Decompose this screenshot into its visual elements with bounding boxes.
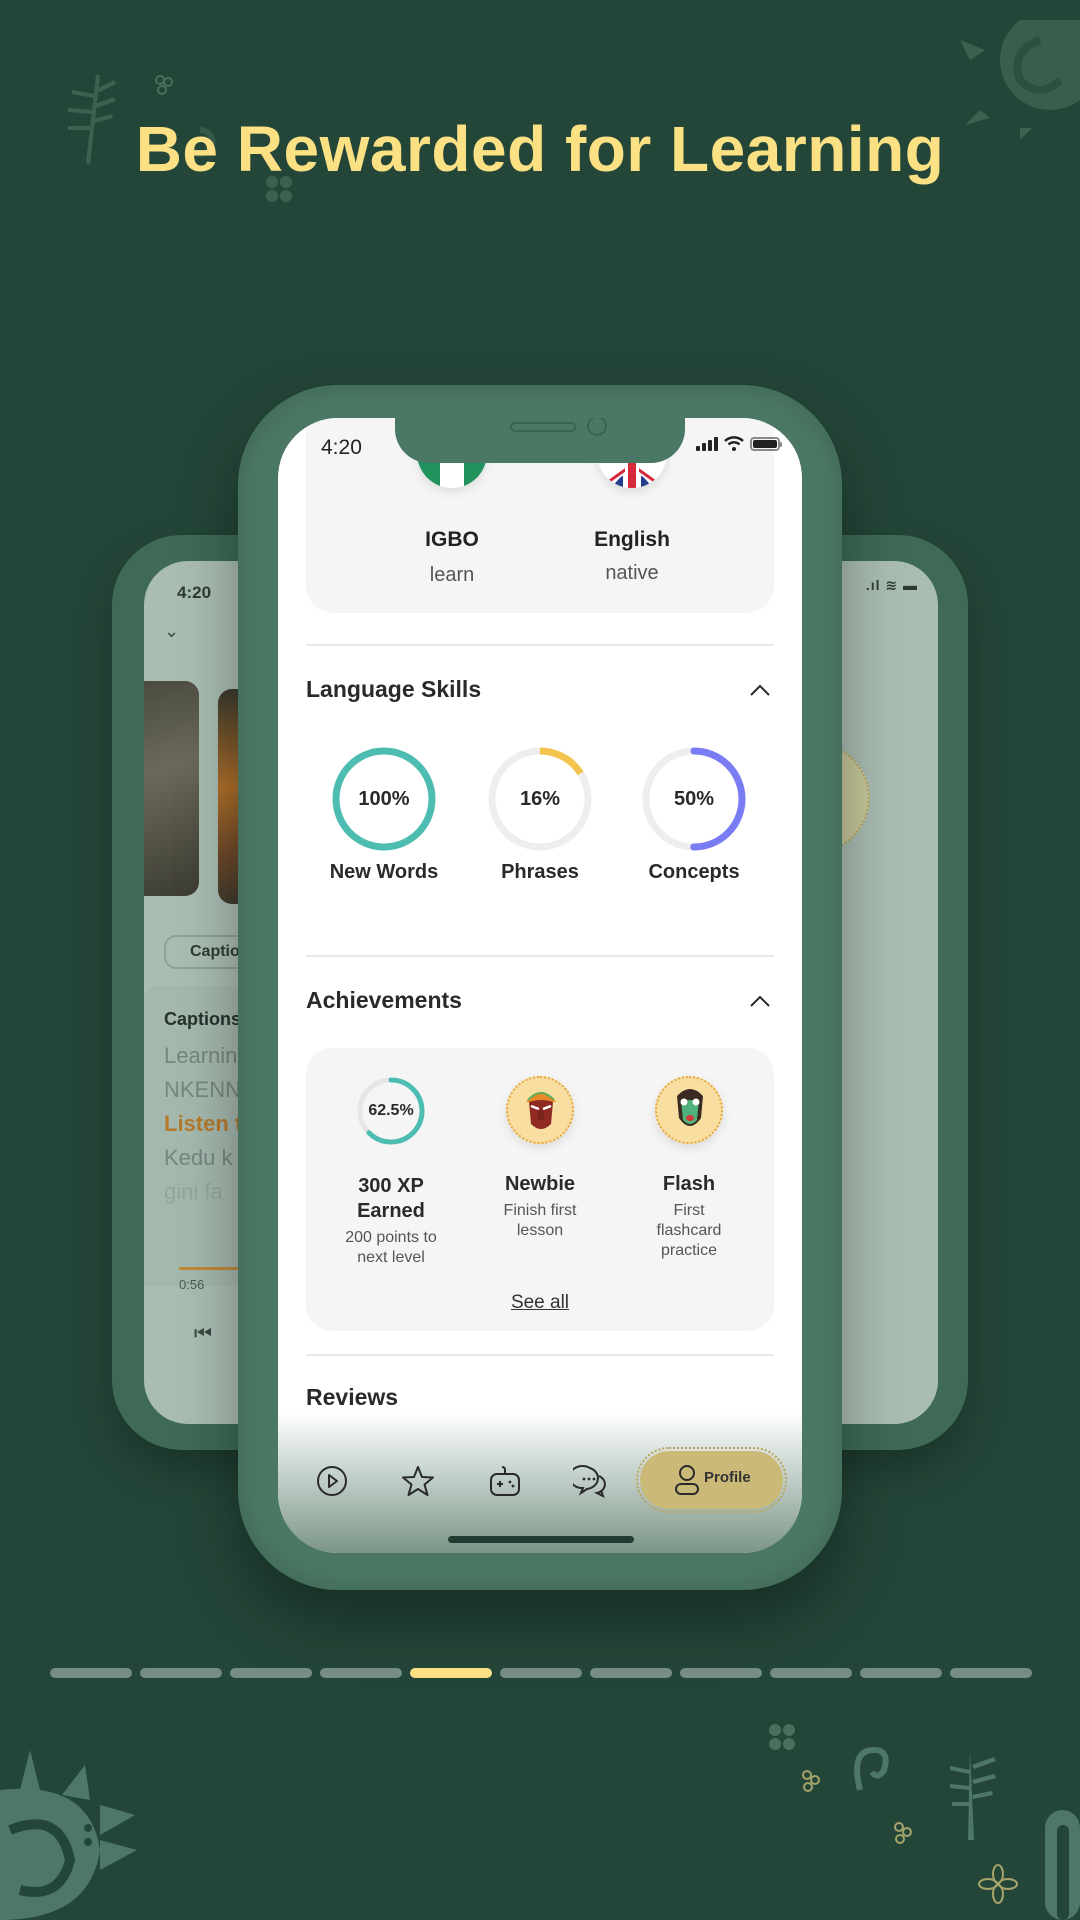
page-dot[interactable] (500, 1668, 582, 1678)
skip-back-icon[interactable]: ⏮ (194, 1323, 212, 1346)
language-skills-title: Language Skills (306, 676, 482, 702)
nav-profile-tab[interactable]: Profile (636, 1447, 787, 1513)
skill-label: New Words (329, 861, 439, 883)
language-name: English (594, 528, 670, 551)
sun-decoration-icon (0, 1750, 137, 1920)
chevron-up-icon[interactable] (748, 989, 772, 1013)
play-circle-icon[interactable] (314, 1463, 350, 1499)
captions-title: Captions (164, 1009, 242, 1029)
gamepad-icon[interactable] (487, 1463, 523, 1499)
caption-line-active: Listen t (164, 1111, 243, 1136)
flower-decoration-icon (894, 1822, 912, 1844)
achievement-desc: 200 points to next level (345, 1229, 437, 1266)
star-icon[interactable] (400, 1463, 436, 1499)
pattern-decoration-icon (1045, 1810, 1080, 1920)
chevron-up-icon[interactable] (748, 678, 772, 702)
playback-timestamp: 0:56 (179, 1277, 205, 1292)
achievement-desc: First flashcard practice (656, 1202, 722, 1259)
caption-line: NKENN (164, 1077, 242, 1102)
page-dot-active[interactable] (410, 1668, 492, 1678)
caption-line: gini fa (164, 1179, 223, 1204)
caption-line: Learnin (164, 1043, 238, 1068)
badge (506, 1076, 574, 1144)
achievement-desc: Finish first lesson (503, 1202, 577, 1239)
skill-phrases: 16% Phrases (475, 745, 605, 884)
clover-outline-decoration-icon (978, 1864, 1018, 1904)
badge (655, 1076, 723, 1144)
video-thumbnail[interactable] (144, 681, 199, 896)
page-dot[interactable] (680, 1668, 762, 1678)
page-dot[interactable] (320, 1668, 402, 1678)
phone-screen: 4:20 IGBO learn English native Language … (278, 418, 802, 1553)
skill-percent: 16% (519, 788, 561, 810)
signal-icon (696, 436, 718, 451)
language-learn[interactable]: IGBO learn (372, 528, 532, 587)
language-name: IGBO (425, 528, 479, 551)
bottom-nav: Profile (278, 1447, 802, 1515)
page-indicator (50, 1668, 1032, 1678)
achievement-flash[interactable]: Flash First flashcard practice (614, 1076, 764, 1261)
skill-percent: 50% (673, 788, 715, 810)
achievement-xp[interactable]: 62.5% 300 XP Earned 200 points to next l… (316, 1076, 466, 1268)
status-time: 4:20 (321, 436, 362, 459)
leaf-decoration-icon (950, 1750, 996, 1840)
page-dot[interactable] (50, 1668, 132, 1678)
divider (306, 644, 774, 646)
home-indicator[interactable] (448, 1536, 634, 1543)
page-dot[interactable] (140, 1668, 222, 1678)
divider (306, 955, 774, 957)
mask-flash-icon (677, 1089, 703, 1126)
page-dot[interactable] (230, 1668, 312, 1678)
battery-icon (750, 436, 782, 451)
chat-bubbles-icon[interactable] (573, 1463, 609, 1499)
divider (306, 1354, 774, 1356)
nav-profile-label: Profile (704, 1469, 751, 1486)
page-dot[interactable] (860, 1668, 942, 1678)
spiral-decoration-icon (854, 1746, 889, 1791)
achievement-newbie[interactable]: Newbie Finish first lesson (465, 1076, 615, 1241)
page-dot[interactable] (590, 1668, 672, 1678)
achievement-title: 300 XP Earned (357, 1175, 425, 1222)
flower-decoration-icon (155, 75, 173, 95)
page-dot[interactable] (950, 1668, 1032, 1678)
skill-label: Concepts (648, 861, 740, 883)
skill-percent: 100% (358, 788, 410, 810)
page-dot[interactable] (770, 1668, 852, 1678)
achievement-title: Flash (662, 1173, 716, 1195)
headline: Be Rewarded for Learning (135, 113, 945, 185)
status-icons: .ıl ≋ ▬ (865, 577, 918, 593)
front-phone: 4:20 IGBO learn English native Language … (238, 385, 842, 1590)
status-icons (696, 436, 782, 451)
mask-newbie-icon (526, 1092, 556, 1129)
skill-label: Phrases (501, 861, 579, 883)
user-icon (675, 1465, 699, 1495)
achievements-title: Achievements (306, 987, 462, 1013)
chevron-down-icon[interactable]: ⌄ (164, 621, 179, 642)
achievement-title: Newbie (504, 1173, 576, 1195)
wifi-icon (724, 436, 744, 451)
status-time: 4:20 (177, 583, 212, 602)
achievements-card: 62.5% 300 XP Earned 200 points to next l… (306, 1048, 774, 1331)
skill-new-words: 100% New Words (319, 745, 449, 884)
xp-ring: 62.5% (356, 1076, 426, 1146)
caption-line: Kedu k (164, 1145, 233, 1170)
language-role: native (605, 562, 659, 584)
skill-concepts: 50% Concepts (629, 745, 759, 884)
xp-percent: 62.5% (368, 1102, 414, 1119)
reviews-title: Reviews (306, 1384, 399, 1410)
speaker (510, 422, 576, 432)
language-native[interactable]: English native (552, 528, 712, 585)
flower-decoration-icon (802, 1770, 820, 1792)
see-all-link[interactable]: See all (306, 1292, 774, 1314)
camera (587, 418, 607, 436)
phone-notch (395, 418, 685, 463)
language-role: learn (429, 564, 475, 586)
clover-decoration-icon (769, 1724, 795, 1750)
